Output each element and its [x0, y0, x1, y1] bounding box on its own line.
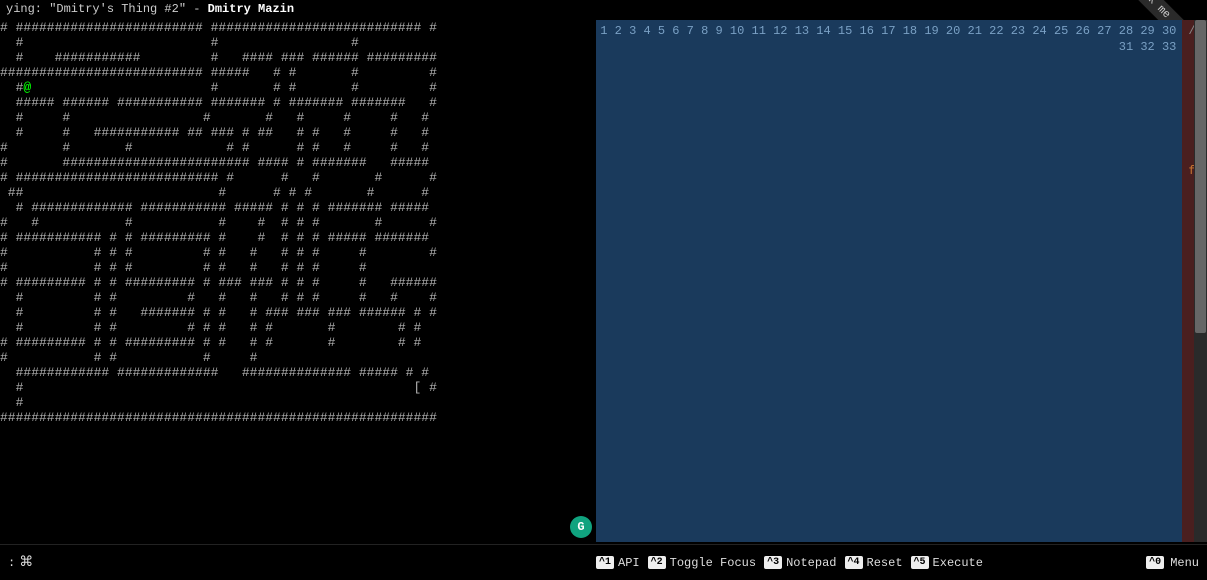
shortcut-reset[interactable]: ^4 Reset — [845, 556, 903, 570]
menu-key[interactable]: ^0 — [1146, 556, 1164, 569]
keycap: ^2 — [648, 556, 666, 569]
prompt: : — [8, 556, 15, 570]
keycap: ^4 — [845, 556, 863, 569]
main-area: # ######################## #############… — [0, 20, 1207, 542]
maze: # ######################## #############… — [0, 20, 596, 425]
menu-area: ^0 Menu — [1146, 556, 1199, 570]
game-pane[interactable]: # ######################## #############… — [0, 20, 596, 542]
now-playing-text: ying: "Dmitry's Thing #2" - — [6, 2, 208, 16]
keycap: ^3 — [764, 556, 782, 569]
code-editor[interactable]: 1 2 3 4 5 6 7 8 9 10 11 12 13 14 15 16 1… — [596, 20, 1207, 542]
shortcut-notepad[interactable]: ^3 Notepad — [764, 556, 836, 570]
shortcut-label: API — [618, 556, 640, 570]
shortcut-toggle-focus[interactable]: ^2 Toggle Focus — [648, 556, 756, 570]
bottom-bar: : ⌘ ^1API^2Toggle Focus^3Notepad^4Reset^… — [0, 544, 1207, 580]
shortcut-label: Notepad — [786, 556, 836, 570]
keycap: ^5 — [911, 556, 929, 569]
keycap: ^1 — [596, 556, 614, 569]
line-gutter: 1 2 3 4 5 6 7 8 9 10 11 12 13 14 15 16 1… — [596, 20, 1182, 542]
shortcuts: ^1 API ^2 Toggle Focus ^3 Notepad ^4 Reset ^5 Exe… — [596, 556, 987, 570]
menu-label[interactable]: Menu — [1170, 556, 1199, 570]
now-playing-bar: ying: "Dmitry's Thing #2" - Dmitry Mazin — [0, 0, 1207, 20]
shortcut-api[interactable]: ^1 API — [596, 556, 640, 570]
code-content[interactable]: /******************** * theLongWayOut.js… — [1182, 20, 1194, 542]
shortcut-label: Reset — [867, 556, 903, 570]
grammarly-badge[interactable]: G — [570, 516, 592, 538]
shortcut-label: Execute — [933, 556, 983, 570]
scrollbar[interactable] — [1194, 20, 1207, 542]
cmd-icon: ⌘ — [19, 554, 33, 571]
artist-name: Dmitry Mazin — [208, 2, 294, 16]
scroll-thumb[interactable] — [1195, 20, 1206, 333]
shortcut-label: Toggle Focus — [670, 556, 756, 570]
shortcut-execute[interactable]: ^5 Execute — [911, 556, 983, 570]
